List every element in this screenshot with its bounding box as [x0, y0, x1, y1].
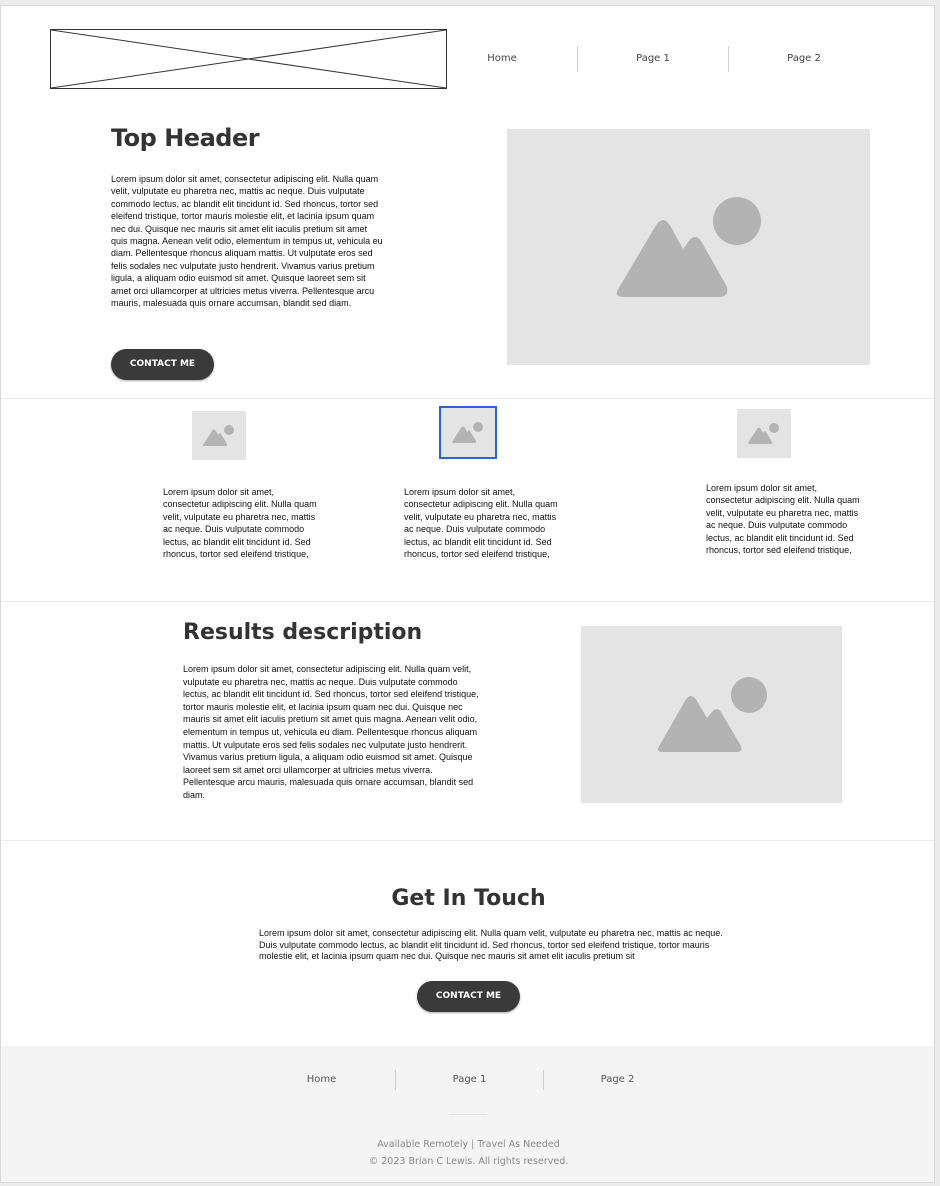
results-title: Results description: [183, 620, 423, 645]
hero-body-text: Lorem ipsum dolor sit amet, consectetur …: [111, 174, 383, 309]
logo-placeholder-icon: [51, 30, 446, 88]
footer-tagline: Available Remotely | Travel As Needed: [377, 1139, 560, 1150]
page: Home Page 1 Page 2 Top Header Lorem ipsu…: [0, 5, 935, 1183]
feature-image-1[interactable]: [192, 411, 246, 460]
image-placeholder-icon: [452, 422, 483, 443]
feature-text-1: Lorem ipsum dolor sit amet, consectetur …: [163, 487, 317, 562]
footer-nav-item-page-1[interactable]: Page 1: [396, 1070, 543, 1090]
nav-item-page-2[interactable]: Page 2: [729, 46, 879, 72]
contact-me-button[interactable]: CONTACT ME: [417, 981, 520, 1012]
image-placeholder-icon: [657, 677, 767, 752]
hero-image-placeholder: [507, 129, 870, 365]
feature-image-2[interactable]: [441, 408, 495, 457]
feature-text-2: Lorem ipsum dolor sit amet, consectetur …: [404, 487, 558, 562]
footer-nav: Home Page 1 Page 2: [248, 1070, 691, 1090]
image-placeholder-icon: [203, 425, 234, 446]
get-in-touch-text: Lorem ipsum dolor sit amet, consectetur …: [259, 928, 723, 962]
feature-text-3: Lorem ipsum dolor sit amet, consectetur …: [706, 483, 860, 558]
results-body-text: Lorem ipsum dolor sit amet, consectetur …: [183, 664, 479, 800]
footer-nav-item-home[interactable]: Home: [248, 1070, 395, 1090]
section-divider: [1, 840, 934, 841]
footer-nav-item-page-2[interactable]: Page 2: [544, 1070, 691, 1090]
footer-rule: [449, 1114, 487, 1115]
section-divider: [1, 601, 934, 602]
nav-item-home[interactable]: Home: [427, 46, 577, 72]
footer-copyright: © 2023 Brian C Lewis. All rights reserve…: [368, 1156, 569, 1167]
image-placeholder-icon: [616, 197, 761, 297]
logo-placeholder[interactable]: [50, 29, 447, 89]
results-image-placeholder: [581, 626, 842, 803]
top-nav: Home Page 1 Page 2: [427, 46, 879, 72]
feature-image-3[interactable]: [737, 409, 791, 458]
hero-title: Top Header: [111, 124, 260, 152]
section-divider: [1, 398, 934, 399]
footer: Home Page 1 Page 2 Available Remotely | …: [1, 1046, 934, 1182]
contact-me-button[interactable]: CONTACT ME: [111, 349, 214, 380]
image-placeholder-icon: [748, 423, 779, 444]
get-in-touch-title: Get In Touch: [391, 886, 546, 911]
nav-item-page-1[interactable]: Page 1: [578, 46, 728, 72]
